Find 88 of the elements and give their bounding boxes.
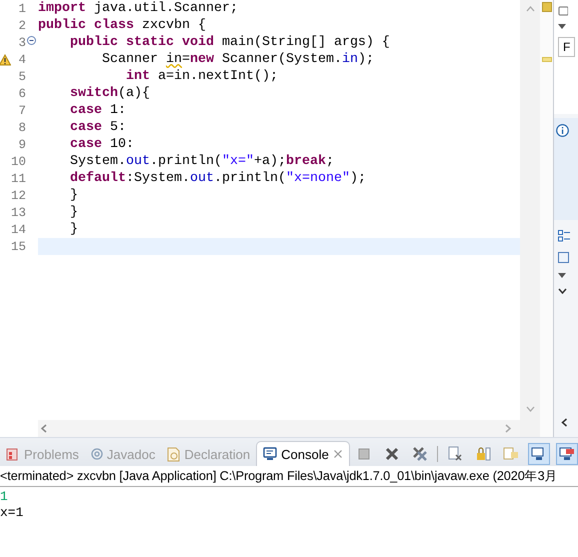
code-token: java.util.Scanner; xyxy=(92,1,238,16)
dropdown-icon[interactable] xyxy=(558,273,566,278)
code-token: public static void xyxy=(68,35,214,50)
code-token: main(String[] args) { xyxy=(220,35,390,50)
code-token: :System. xyxy=(126,171,190,186)
code-token: zxcvbn { xyxy=(140,18,206,33)
chevron-down-icon[interactable] xyxy=(558,288,567,294)
line-number: 4 xyxy=(17,52,26,66)
padlock-icon xyxy=(475,446,491,462)
list-icon[interactable] xyxy=(558,252,569,263)
view-tab[interactable]: Console xyxy=(256,441,350,466)
x-icon xyxy=(384,446,400,462)
code-token: break xyxy=(286,154,326,169)
code-token: +a); xyxy=(254,154,286,169)
code-token: case xyxy=(68,120,102,135)
warning-icon[interactable] xyxy=(0,54,11,66)
code-token: out xyxy=(126,154,150,169)
code-token: out xyxy=(190,171,214,186)
code-token: ); xyxy=(358,52,374,67)
problems-icon xyxy=(6,447,20,461)
console-status: <terminated> zxcvbn [Java Application] C:\Program Files\Java\jdk1.7.0_01\bin\javaw.exe (2020年3月 xyxy=(0,466,578,487)
line-number: 15 xyxy=(10,240,26,254)
line-number: 1 xyxy=(17,2,26,16)
filter-field[interactable]: F xyxy=(558,37,576,57)
code-token: default xyxy=(68,171,126,186)
code-token: int xyxy=(124,69,150,84)
console-output-line: x=1 xyxy=(0,505,24,521)
document-icon xyxy=(167,446,180,462)
document-icon xyxy=(503,446,519,462)
line-number: 10 xyxy=(10,154,26,168)
code-token: new xyxy=(190,52,214,67)
code-token: } xyxy=(68,205,78,220)
line-number: 8 xyxy=(17,120,26,134)
monitor-icon xyxy=(559,446,575,462)
dropdown-icon[interactable] xyxy=(558,24,566,29)
scroll-left-icon[interactable] xyxy=(561,418,568,427)
open-button[interactable] xyxy=(556,443,578,465)
code-token: ); xyxy=(350,171,366,186)
code-token: in xyxy=(166,52,182,67)
info-icon xyxy=(556,124,569,137)
code-token: Scanner(System. xyxy=(220,52,342,67)
clear-page-icon xyxy=(447,446,463,462)
line-number: 12 xyxy=(10,188,26,202)
code-token: Scanner xyxy=(100,52,159,67)
code-token: ; xyxy=(326,154,334,169)
code-token: case xyxy=(68,137,102,152)
code-token: a=in.nextInt(); xyxy=(156,69,278,84)
code-token: } xyxy=(68,222,78,237)
line-number: 14 xyxy=(10,222,26,236)
console-output-line: 1 xyxy=(0,489,9,505)
code-token: = xyxy=(182,52,190,67)
code-token: public class xyxy=(38,18,134,33)
code-token: 10: xyxy=(108,137,134,152)
line-number: 6 xyxy=(17,86,26,100)
code-token: "x=" xyxy=(222,154,254,169)
line-number: 13 xyxy=(10,206,26,220)
line-number: 3 xyxy=(17,36,26,50)
warning-marker[interactable] xyxy=(542,57,552,62)
code-token: .println( xyxy=(214,171,286,186)
warning-summary-icon[interactable] xyxy=(542,2,552,12)
line-number: 9 xyxy=(17,138,26,152)
code-token: "x=none" xyxy=(286,171,350,186)
minimize-icon[interactable] xyxy=(558,6,568,16)
view-tab[interactable]: Javadoc xyxy=(84,442,162,466)
monitor-icon xyxy=(263,447,278,461)
close-icon[interactable] xyxy=(332,449,343,459)
code-token: 1: xyxy=(108,103,126,118)
code-token: import xyxy=(38,1,86,16)
outline-icon[interactable] xyxy=(558,230,570,242)
line-number: 5 xyxy=(17,70,26,84)
code-token: (a){ xyxy=(118,86,150,101)
line-number: 11 xyxy=(10,172,26,186)
stop-icon xyxy=(356,446,372,462)
code-token: } xyxy=(68,188,78,203)
line-number: 7 xyxy=(17,104,26,118)
code-token: .println( xyxy=(150,154,222,169)
code-token: System. xyxy=(68,154,126,169)
double-x-icon xyxy=(412,446,428,462)
collapse-icon[interactable] xyxy=(27,36,36,45)
code-token: case xyxy=(68,103,102,118)
line-number: 2 xyxy=(17,18,26,32)
code-token: in xyxy=(342,52,358,67)
at-sign-icon xyxy=(90,448,103,460)
display-button[interactable] xyxy=(528,443,550,465)
view-tab[interactable]: Problems xyxy=(0,442,85,466)
code-token: 5: xyxy=(108,120,126,135)
view-tab[interactable]: Declaration xyxy=(161,442,256,466)
code-token: switch xyxy=(68,86,118,101)
